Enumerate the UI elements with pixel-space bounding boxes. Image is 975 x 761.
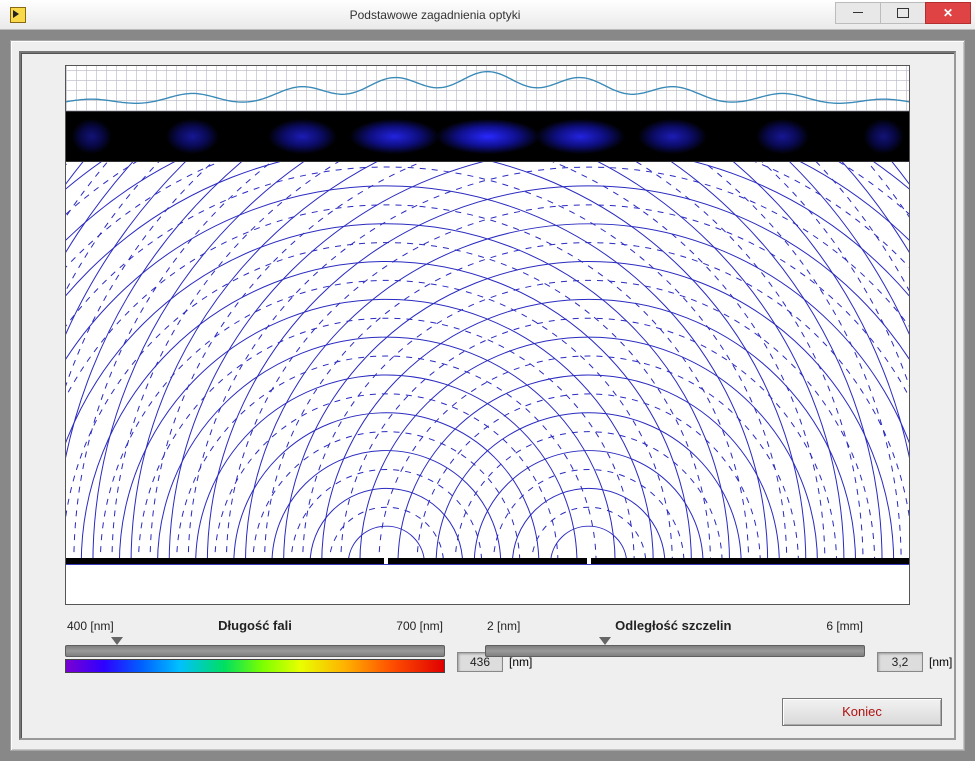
slit-distance-labels: 2 [nm] Odległość szczelin 6 [mm] (485, 618, 865, 633)
window-buttons (836, 2, 971, 24)
wavelength-slider-thumb[interactable] (111, 637, 123, 645)
close-window-button[interactable] (925, 2, 971, 24)
slit-distance-unit: [nm] (929, 655, 952, 669)
wavelength-labels: 400 [nm] Długość fali 700 [nm] (65, 618, 445, 633)
inner-panel: 400 [nm] Długość fali 700 [nm] 436 [nm] (19, 51, 956, 740)
titlebar: Podstawowe zagadnienia optyki (0, 0, 975, 30)
maximize-button[interactable] (880, 2, 926, 24)
client-area: 400 [nm] Długość fali 700 [nm] 436 [nm] (10, 40, 965, 751)
wavelength-label: Długość fali (218, 618, 292, 633)
simulation-graph (65, 65, 910, 605)
wavelength-slider-bar (65, 645, 445, 657)
slit-distance-slider-thumb[interactable] (599, 637, 611, 645)
slit-distance-value: 3,2 (877, 652, 923, 672)
slit-distance-min-label: 2 [nm] (487, 619, 520, 633)
intensity-curve (66, 66, 909, 112)
slit-distance-control: 2 [nm] Odległość szczelin 6 [mm] 3,2 [nm… (485, 618, 865, 698)
slit-distance-max-label: 6 [mm] (826, 619, 863, 633)
wavelength-max-label: 700 [nm] (396, 619, 443, 633)
close-button[interactable]: Koniec (782, 698, 942, 726)
wavelength-min-label: 400 [nm] (67, 619, 114, 633)
wavelength-control: 400 [nm] Długość fali 700 [nm] 436 [nm] (65, 618, 445, 698)
app-icon (10, 7, 26, 23)
slit-distance-slider[interactable] (485, 641, 865, 657)
slit-distance-label: Odległość szczelin (615, 618, 731, 633)
app-window: Podstawowe zagadnienia optyki (0, 0, 975, 761)
slit-distance-slider-bar (485, 645, 865, 657)
spectrum-bar (65, 659, 445, 673)
incident-region (66, 564, 909, 604)
wavelength-slider[interactable] (65, 641, 445, 657)
window-title: Podstawowe zagadnienia optyki (34, 8, 836, 22)
controls-row: 400 [nm] Długość fali 700 [nm] 436 [nm] (65, 618, 910, 708)
wave-propagation (66, 162, 909, 564)
fringe-pattern (66, 112, 909, 162)
minimize-button[interactable] (835, 2, 881, 24)
